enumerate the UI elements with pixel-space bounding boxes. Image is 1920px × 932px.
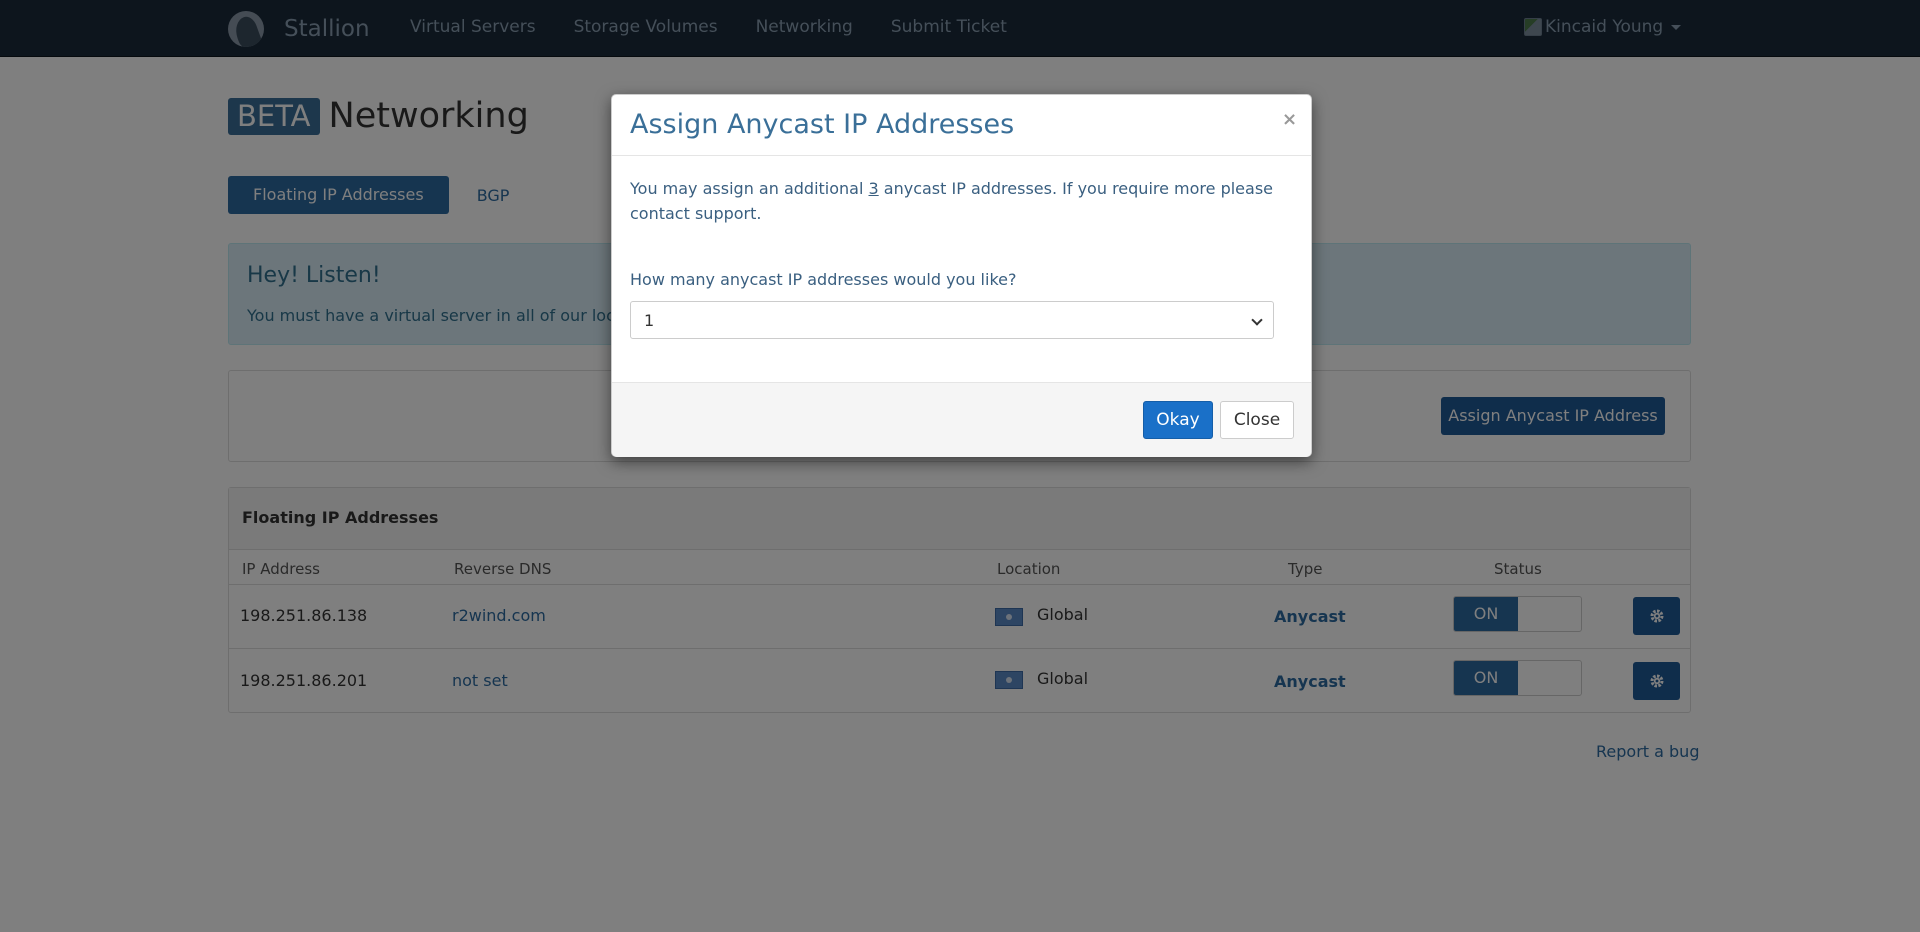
quantity-select[interactable]: 1: [630, 301, 1274, 339]
modal-title: Assign Anycast IP Addresses: [630, 109, 1015, 140]
available-count: 3: [868, 179, 879, 198]
quantity-label: How many anycast IP addresses would you …: [630, 270, 1017, 289]
close-icon[interactable]: ×: [1282, 109, 1297, 130]
assign-anycast-modal: Assign Anycast IP Addresses × You may as…: [611, 94, 1312, 457]
modal-description: You may assign an additional 3 anycast I…: [630, 176, 1290, 226]
modal-header: Assign Anycast IP Addresses ×: [612, 95, 1311, 156]
close-button[interactable]: Close: [1220, 401, 1294, 439]
chevron-down-icon: [1251, 314, 1263, 326]
quantity-select-value: 1: [644, 311, 655, 330]
modal-text-before: You may assign an additional: [630, 179, 869, 198]
okay-button[interactable]: Okay: [1143, 401, 1213, 439]
